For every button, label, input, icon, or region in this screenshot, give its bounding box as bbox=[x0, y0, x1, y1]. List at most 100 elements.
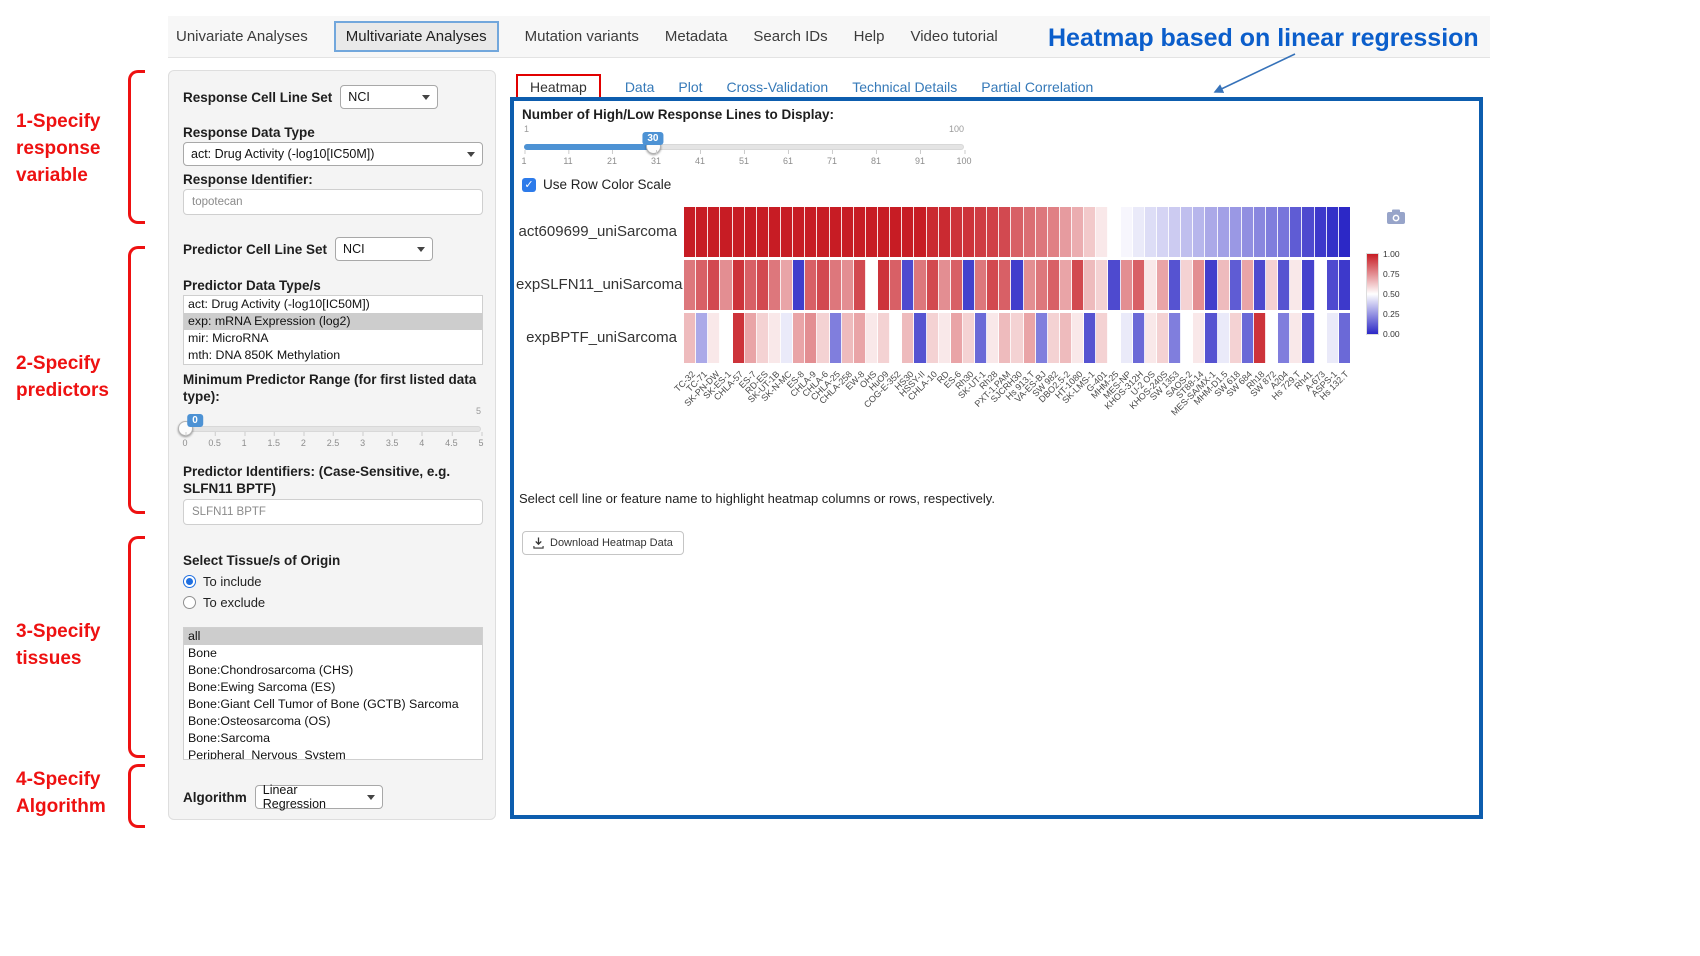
heatmap-cell bbox=[1145, 207, 1157, 257]
nav-item-multivariate-analyses[interactable]: Multivariate Analyses bbox=[334, 21, 499, 52]
heatmap-cell bbox=[927, 207, 939, 257]
heatmap-cell bbox=[1302, 260, 1314, 310]
slider-tick-label: 1 bbox=[521, 156, 526, 166]
tissue-option[interactable]: Bone:Chondrosarcoma (CHS) bbox=[184, 662, 482, 679]
min-predictor-range-label: Minimum Predictor Range (for first liste… bbox=[183, 371, 483, 405]
heatmap-cell bbox=[1048, 313, 1060, 363]
nav-item-univariate-analyses[interactable]: Univariate Analyses bbox=[176, 28, 308, 45]
tissue-section-label: Select Tissue/s of Origin bbox=[183, 553, 340, 568]
heatmap-cell bbox=[1205, 313, 1217, 363]
heatmap-cell bbox=[1060, 313, 1072, 363]
heatmap-cell bbox=[927, 260, 939, 310]
heatmap-cell bbox=[720, 260, 732, 310]
heatmap-cell bbox=[1145, 313, 1157, 363]
nav-item-video-tutorial[interactable]: Video tutorial bbox=[910, 28, 997, 45]
algorithm-select[interactable]: Linear Regression bbox=[255, 785, 383, 809]
annotation-step4-line: 4-Specify bbox=[16, 766, 106, 793]
nav-item-mutation-variants[interactable]: Mutation variants bbox=[525, 28, 639, 45]
heatmap-cell bbox=[1266, 207, 1278, 257]
tab-cross-validation[interactable]: Cross-Validation bbox=[727, 79, 829, 95]
download-heatmap-data-button[interactable]: Download Heatmap Data bbox=[522, 531, 684, 555]
heatmap-cell bbox=[1266, 260, 1278, 310]
slider-max-label: 5 bbox=[476, 406, 481, 416]
heatmap-cell bbox=[1060, 260, 1072, 310]
heatmap-x-axis: TC-32TC-71SK-PN-DWSK-ES-1CHLA-57ES-7RD-E… bbox=[684, 366, 1350, 466]
nav-item-search-ids[interactable]: Search IDs bbox=[753, 28, 827, 45]
heatmap-cell bbox=[1157, 207, 1169, 257]
heatmap-row-label[interactable]: expBPTF_uniSarcoma bbox=[516, 313, 684, 363]
tissue-option[interactable]: Bone bbox=[184, 645, 482, 662]
heatmap-hint-text: Select cell line or feature name to high… bbox=[519, 491, 995, 506]
heatmap-row-label[interactable]: act609699_uniSarcoma bbox=[516, 207, 684, 257]
annotation-bracket-3 bbox=[128, 536, 145, 758]
row-color-scale-checkbox[interactable]: ✓ bbox=[522, 178, 536, 192]
response-data-type-select[interactable]: act: Drug Activity (-log10[IC50M]) bbox=[183, 142, 483, 166]
heatmap-cell bbox=[902, 313, 914, 363]
camera-icon[interactable] bbox=[1386, 209, 1406, 225]
tissue-exclude-radio[interactable]: To exclude bbox=[183, 595, 265, 610]
heatmap-cell bbox=[1218, 207, 1230, 257]
predictor-identifiers-input[interactable] bbox=[183, 499, 483, 525]
predictor-data-type-listbox[interactable]: act: Drug Activity (-log10[IC50M])exp: m… bbox=[183, 295, 483, 365]
heatmap-cell bbox=[1254, 260, 1266, 310]
tissue-include-label: To include bbox=[203, 574, 262, 589]
predictor-cell-line-set-select[interactable]: NCI bbox=[335, 237, 433, 261]
tab-data[interactable]: Data bbox=[625, 79, 655, 95]
response-lines-slider[interactable]: 1 100 30 1112131415161718191100 bbox=[524, 123, 964, 169]
tab-partial-correlation[interactable]: Partial Correlation bbox=[981, 79, 1093, 95]
tissue-option[interactable]: all bbox=[184, 628, 482, 645]
tissue-option[interactable]: Bone:Giant Cell Tumor of Bone (GCTB) Sar… bbox=[184, 696, 482, 713]
annotation-step2-line: 2-Specify bbox=[16, 350, 109, 377]
heatmap-cell bbox=[720, 313, 732, 363]
tissue-option[interactable]: Bone:Osteosarcoma (OS) bbox=[184, 713, 482, 730]
heatmap-cell bbox=[963, 313, 975, 363]
predictor-data-types-label: Predictor Data Type/s bbox=[183, 278, 321, 293]
chevron-down-icon bbox=[467, 152, 475, 157]
heatmap-cell bbox=[1242, 260, 1254, 310]
predictor-data-type-option[interactable]: exp: mRNA Expression (log2) bbox=[184, 313, 482, 330]
heatmap-cell bbox=[1278, 260, 1290, 310]
results-panel: Number of High/Low Response Lines to Dis… bbox=[510, 97, 1483, 819]
tissue-option[interactable]: Bone:Sarcoma bbox=[184, 730, 482, 747]
radio-unselected-icon bbox=[183, 596, 196, 609]
annotation-bracket-4 bbox=[128, 764, 145, 828]
heatmap-cell bbox=[708, 313, 720, 363]
tab-plot[interactable]: Plot bbox=[678, 79, 702, 95]
slider-tick-label: 100 bbox=[956, 156, 971, 166]
nav-item-metadata[interactable]: Metadata bbox=[665, 28, 728, 45]
tissue-option[interactable]: Bone:Ewing Sarcoma (ES) bbox=[184, 679, 482, 696]
heatmap-row: expBPTF_uniSarcoma bbox=[516, 313, 1386, 363]
heatmap-cell bbox=[939, 260, 951, 310]
annotation-step3-line: 3-Specify bbox=[16, 618, 100, 645]
heatmap-cell bbox=[733, 260, 745, 310]
slider-ticks: 00.511.522.533.544.55 bbox=[185, 438, 481, 450]
heatmap-cell bbox=[817, 313, 829, 363]
min-predictor-range-slider[interactable]: 0 5 0 00.511.522.533.544.55 bbox=[185, 405, 481, 451]
heatmap-cell bbox=[1024, 260, 1036, 310]
heatmap-row-label[interactable]: expSLFN11_uniSarcoma bbox=[516, 260, 684, 310]
response-identifier-input[interactable] bbox=[183, 189, 483, 215]
heatmap-cell bbox=[1339, 207, 1350, 257]
tab-technical-details[interactable]: Technical Details bbox=[852, 79, 957, 95]
tissue-option[interactable]: Peripheral_Nervous_System bbox=[184, 747, 482, 760]
heatmap-cell bbox=[1036, 207, 1048, 257]
predictor-data-type-option[interactable]: mth: DNA 850K Methylation bbox=[184, 347, 482, 364]
predictor-data-type-option[interactable]: mir: MicroRNA bbox=[184, 330, 482, 347]
annotation-arrow bbox=[1185, 50, 1305, 100]
heatmap-cell bbox=[769, 313, 781, 363]
tissue-include-radio[interactable]: To include bbox=[183, 574, 262, 589]
heatmap-cell bbox=[1133, 260, 1145, 310]
algorithm-label: Algorithm bbox=[183, 790, 247, 805]
download-button-label: Download Heatmap Data bbox=[550, 537, 673, 549]
heatmap-cell bbox=[757, 207, 769, 257]
response-cell-line-set-select[interactable]: NCI bbox=[340, 85, 438, 109]
annotation-bracket-1 bbox=[128, 70, 145, 224]
heatmap-cell bbox=[1205, 207, 1217, 257]
heatmap-cell bbox=[1290, 313, 1302, 363]
nav-item-help[interactable]: Help bbox=[854, 28, 885, 45]
heatmap-cell bbox=[1230, 260, 1242, 310]
heatmap-cell bbox=[914, 260, 926, 310]
predictor-data-type-option[interactable]: act: Drug Activity (-log10[IC50M]) bbox=[184, 296, 482, 313]
tissue-listbox[interactable]: allBoneBone:Chondrosarcoma (CHS)Bone:Ewi… bbox=[183, 627, 483, 760]
annotation-step2-line: predictors bbox=[16, 377, 109, 404]
